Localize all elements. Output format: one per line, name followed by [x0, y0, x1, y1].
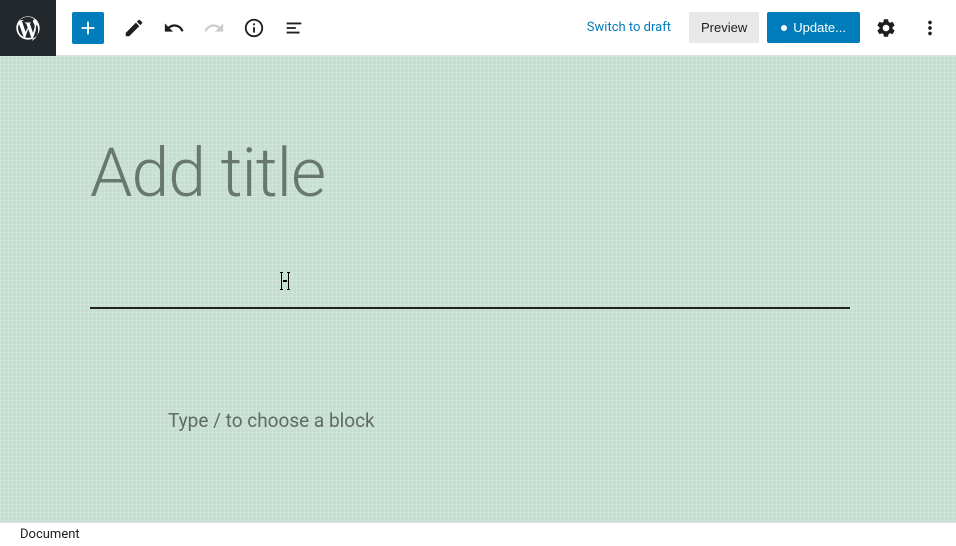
unsaved-indicator-dot: [781, 25, 787, 31]
redo-button: [196, 10, 232, 46]
toolbar-right-group: Switch to draft Preview Update...: [577, 10, 948, 46]
options-button[interactable]: [912, 10, 948, 46]
list-view-icon: [283, 17, 305, 39]
editor-canvas[interactable]: Type / to choose a block: [0, 56, 956, 522]
separator-block[interactable]: [90, 307, 850, 309]
redo-icon: [203, 17, 225, 39]
undo-button[interactable]: [156, 10, 192, 46]
settings-button[interactable]: [868, 10, 904, 46]
plus-icon: [77, 17, 99, 39]
wordpress-logo[interactable]: [0, 0, 56, 56]
update-button[interactable]: Update...: [767, 12, 860, 43]
toolbar-left-group: [56, 10, 312, 46]
post-title-input[interactable]: [90, 136, 850, 211]
editor-content: Type / to choose a block: [0, 56, 940, 472]
top-toolbar: Switch to draft Preview Update...: [0, 0, 956, 56]
add-block-button[interactable]: [72, 12, 104, 44]
update-button-label: Update...: [793, 20, 846, 35]
preview-button[interactable]: Preview: [689, 12, 759, 43]
wordpress-icon: [14, 14, 42, 42]
breadcrumb-document[interactable]: Document: [20, 527, 80, 542]
more-vertical-icon: [919, 17, 941, 39]
gear-icon: [875, 17, 897, 39]
footer-breadcrumb-bar: Document: [0, 522, 956, 546]
outline-button[interactable]: [276, 10, 312, 46]
empty-block-placeholder[interactable]: Type / to choose a block: [168, 409, 850, 432]
tools-button[interactable]: [116, 10, 152, 46]
pencil-icon: [123, 17, 145, 39]
details-button[interactable]: [236, 10, 272, 46]
switch-to-draft-link[interactable]: Switch to draft: [577, 14, 681, 41]
info-icon: [243, 17, 265, 39]
undo-icon: [163, 17, 185, 39]
